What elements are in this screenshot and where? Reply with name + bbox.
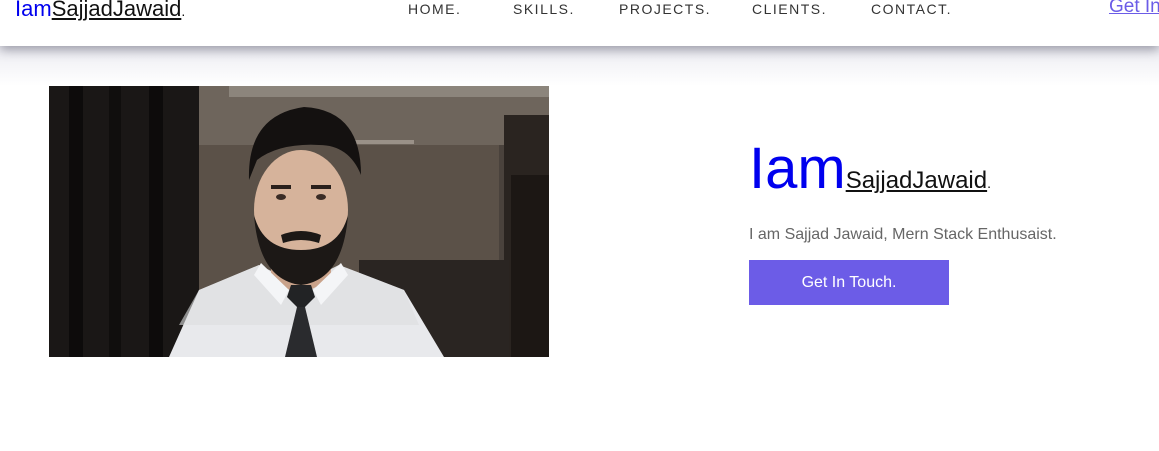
nav-home[interactable]: HOME. <box>408 1 461 17</box>
nav-projects[interactable]: PROJECTS. <box>619 1 711 17</box>
site-header: IamSajjadJawaid. HOME. SKILLS. PROJECTS.… <box>0 0 1159 46</box>
nav-contact[interactable]: CONTACT. <box>871 1 952 17</box>
profile-photo <box>49 85 549 357</box>
header-shadow <box>0 46 1159 86</box>
main-nav: HOME. SKILLS. PROJECTS. CLIENTS. CONTACT… <box>0 0 1159 20</box>
get-in-touch-nav-link[interactable]: Get In <box>1109 0 1159 18</box>
hero-title-name[interactable]: SajjadJawaid <box>846 167 987 194</box>
hero-title-prefix: Iam <box>749 136 846 201</box>
nav-skills[interactable]: SKILLS. <box>513 1 575 17</box>
nav-clients[interactable]: CLIENTS. <box>752 1 827 17</box>
hero-title: IamSajjadJawaid. <box>749 134 991 204</box>
hero-tagline: I am Sajjad Jawaid, Mern Stack Enthusais… <box>749 226 1057 243</box>
hero-title-suffix: . <box>987 175 991 191</box>
get-in-touch-button[interactable]: Get In Touch. <box>749 260 949 305</box>
portrait-image <box>49 85 549 357</box>
